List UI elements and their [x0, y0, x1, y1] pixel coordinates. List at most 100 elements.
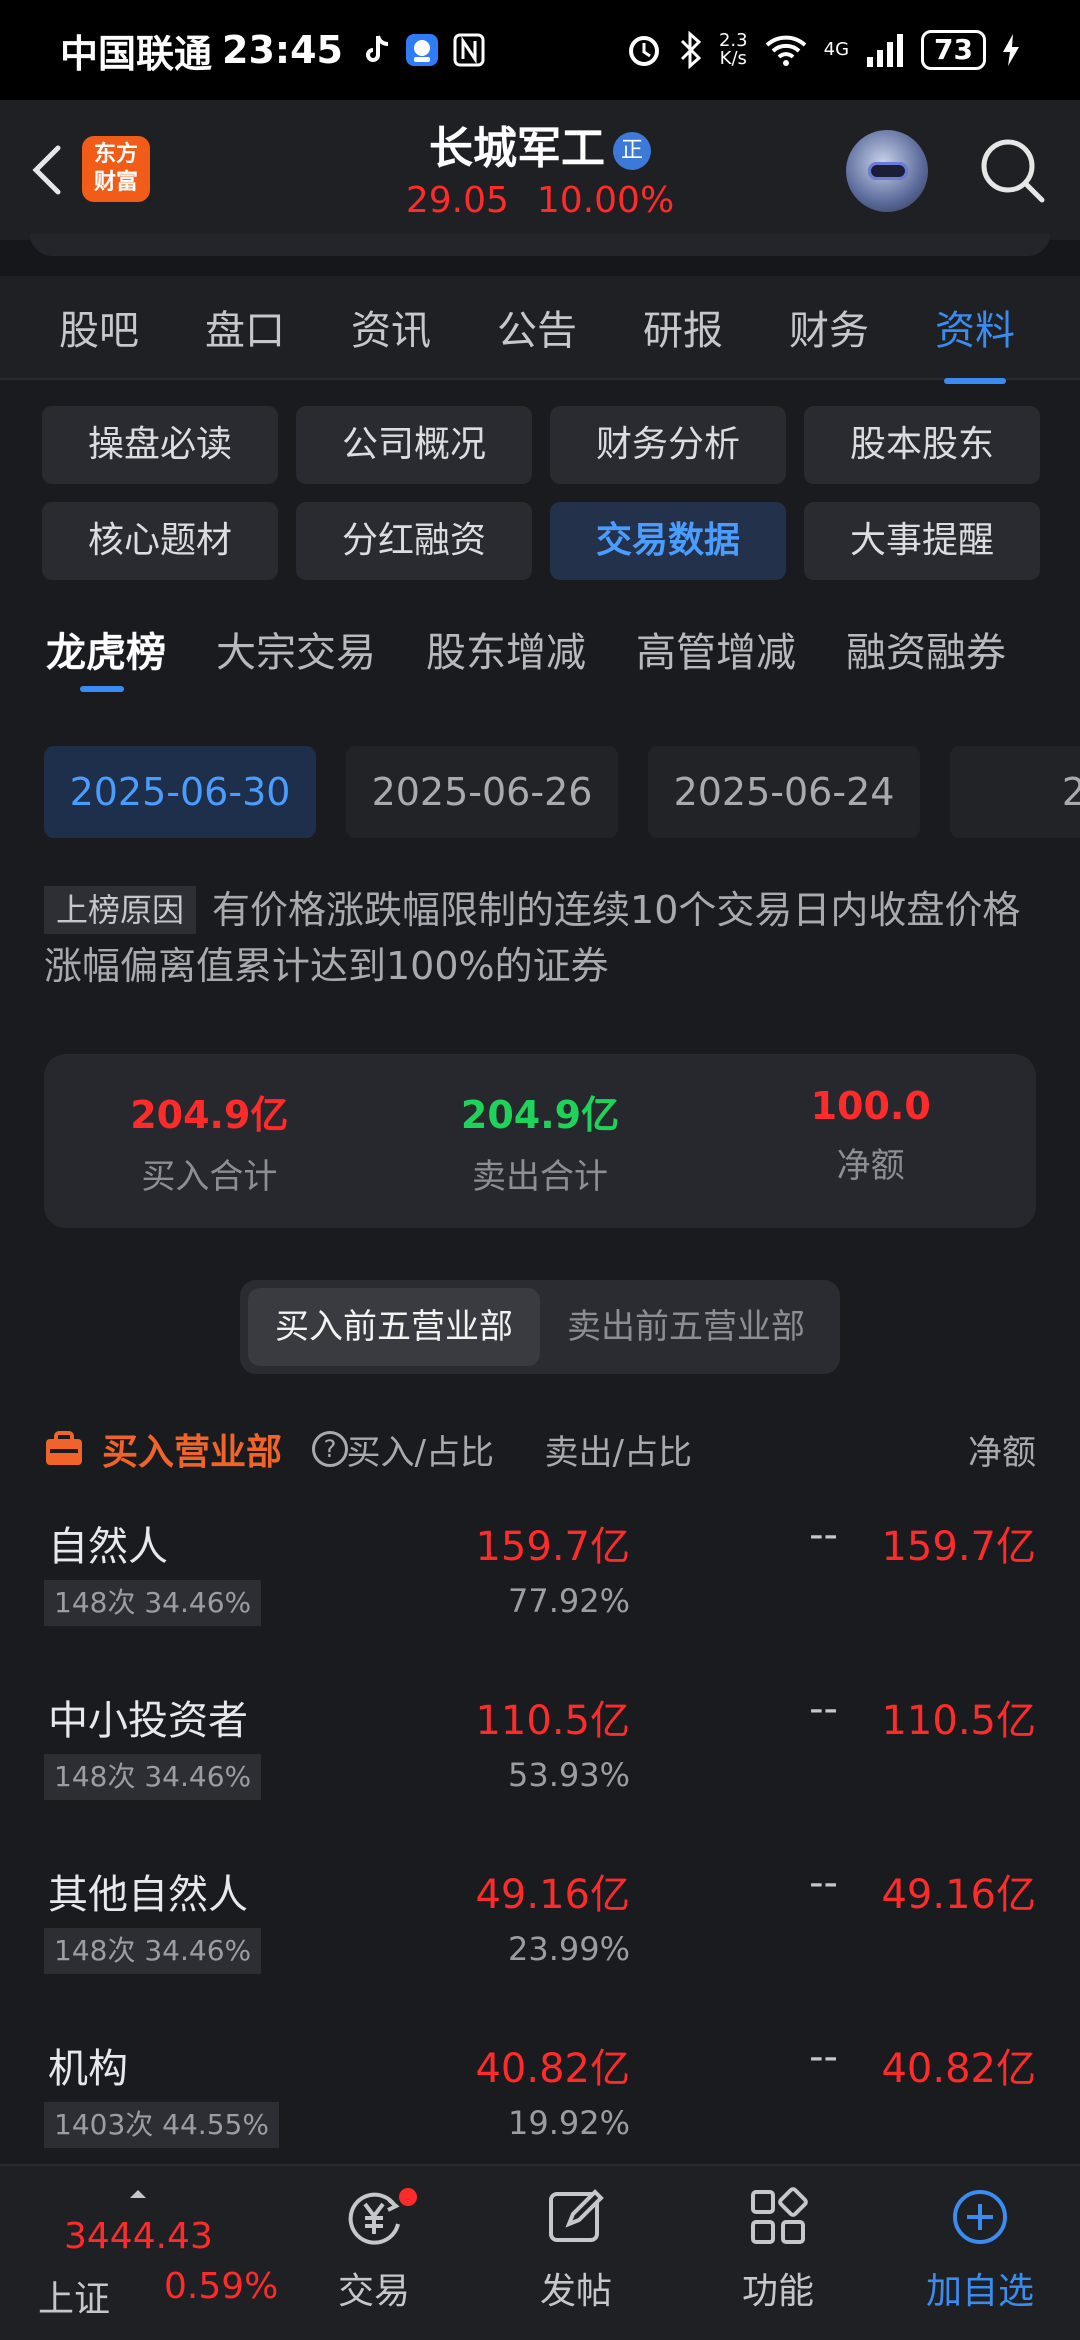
- table-row[interactable]: 自然人 148次 34.46% 159.7亿 77.92% -- 159.7亿: [44, 1504, 1036, 1678]
- network-type: 4G: [823, 39, 850, 60]
- date-chip[interactable]: 20: [950, 746, 1080, 838]
- tab-finance[interactable]: 财务: [756, 298, 902, 356]
- net-label: 净额: [836, 1146, 905, 1186]
- branch-name: 自然人: [48, 1524, 168, 1570]
- btn-event-reminders[interactable]: 大事提醒: [804, 502, 1040, 580]
- net-amount: 110.5亿: [881, 1698, 1036, 1744]
- index-value: 3444.43: [64, 2216, 213, 2257]
- tab-shareholder-changes[interactable]: 股东增减: [426, 620, 586, 710]
- sell-amount: --: [809, 2034, 838, 2080]
- sell-total: 204.9亿: [460, 1093, 620, 1137]
- btn-company-overview[interactable]: 公司概况: [296, 406, 532, 484]
- col-header-sell: 卖出/占比: [544, 1432, 692, 1473]
- date-chip[interactable]: 2025-06-24: [648, 746, 920, 838]
- nfc-icon: [453, 33, 485, 67]
- tab-announcements[interactable]: 公告: [464, 298, 610, 356]
- trading-data-tabs: 龙虎榜 大宗交易 股东增减 高管增减 融资融券: [46, 620, 1080, 710]
- carrier: 中国联通: [60, 31, 213, 76]
- buy-total-block: 204.9亿 买入合计: [44, 1054, 375, 1228]
- add-circle-icon: [953, 2190, 1007, 2244]
- toggle-buy-top5[interactable]: 买入前五营业部: [248, 1288, 540, 1366]
- summary-card: 204.9亿 买入合计 204.9亿 卖出合计 100.0 净额: [44, 1054, 1036, 1228]
- btn-dividends[interactable]: 分红融资: [296, 502, 532, 580]
- grid-icon: [751, 2187, 808, 2244]
- tab-margin-trading[interactable]: 融资融券: [846, 620, 1006, 710]
- nav-functions[interactable]: 功能: [713, 2186, 843, 2314]
- table-row[interactable]: 其他自然人 148次 34.46% 49.16亿 23.99% -- 49.16…: [44, 1852, 1036, 2026]
- sell-amount: --: [809, 1512, 838, 1558]
- trade-icon: [348, 2192, 400, 2245]
- stock-change-pct: 10.00%: [536, 180, 675, 221]
- toggle-sell-top5[interactable]: 卖出前五营业部: [540, 1288, 832, 1366]
- tab-dragon-tiger[interactable]: 龙虎榜: [46, 620, 166, 710]
- buy-amount: 110.5亿: [475, 1698, 630, 1744]
- branch-name: 中小投资者: [48, 1698, 248, 1744]
- stock-name: 长城军工: [429, 123, 605, 174]
- main-tabs: 股吧 盘口 资讯 公告 研报 财务 资料: [0, 276, 1080, 384]
- btn-trading-guide[interactable]: 操盘必读: [42, 406, 278, 484]
- table-row[interactable]: 中小投资者 148次 34.46% 110.5亿 53.93% -- 110.5…: [44, 1678, 1036, 1852]
- sell-total-block: 204.9亿 卖出合计: [375, 1054, 706, 1228]
- tab-profile[interactable]: 资料: [902, 298, 1048, 384]
- tab-guba[interactable]: 股吧: [26, 298, 172, 356]
- date-chip[interactable]: 2025-06-30: [44, 746, 316, 838]
- net-speed: 2.3 K/s: [718, 30, 748, 69]
- btn-trading-data[interactable]: 交易数据: [550, 502, 786, 580]
- tab-block-trades[interactable]: 大宗交易: [216, 620, 376, 710]
- buy-amount: 40.82亿: [475, 2046, 630, 2092]
- sell-amount: --: [809, 1686, 838, 1732]
- buy-pct: 23.99%: [507, 1930, 630, 1968]
- clock: 23:45: [222, 28, 343, 72]
- signal-icon: [867, 34, 904, 67]
- sell-total-label: 卖出合计: [472, 1157, 608, 1197]
- expand-caret-icon: [130, 2190, 146, 2198]
- table-header: 买入营业部 ? 买入/占比 卖出/占比 净额: [44, 1414, 1036, 1484]
- nav-functions-label: 功能: [741, 2271, 814, 2312]
- tab-pankou[interactable]: 盘口: [172, 298, 318, 356]
- nav-add-watchlist-label: 加自选: [925, 2271, 1034, 2312]
- listing-reason: 上榜原因 有价格涨跌幅限制的连续10个交易日内收盘价格涨幅偏离值累计达到100%的…: [44, 882, 1044, 994]
- tiktok-icon: [366, 35, 389, 62]
- status-bar: 中国联通 23:45 2.3 K/s 4G 73: [0, 0, 1080, 100]
- index-change: 0.59%: [164, 2266, 279, 2307]
- nav-add-watchlist[interactable]: 加自选: [915, 2186, 1045, 2314]
- notification-icons: [363, 33, 485, 67]
- net-amount: 49.16亿: [881, 1872, 1036, 1918]
- alarm-icon: [628, 36, 659, 66]
- buy-amount: 159.7亿: [475, 1524, 630, 1570]
- search-icon[interactable]: [978, 136, 1048, 206]
- nav-post[interactable]: 发帖: [511, 2186, 641, 2314]
- charging-icon: [1003, 34, 1019, 66]
- date-chip[interactable]: 2025-06-26: [346, 746, 618, 838]
- system-icons: 2.3 K/s 4G 73: [625, 30, 1020, 70]
- wifi-icon: [765, 35, 806, 66]
- nav-trade-label: 交易: [337, 2271, 410, 2312]
- net-block: 100.0 净额: [705, 1054, 1036, 1228]
- btn-financial-analysis[interactable]: 财务分析: [550, 406, 786, 484]
- col-header-net: 净额: [968, 1432, 1036, 1473]
- branch-name: 其他自然人: [48, 1872, 248, 1918]
- robot-assistant-icon[interactable]: [846, 130, 928, 212]
- btn-core-themes[interactable]: 核心题材: [42, 502, 278, 580]
- buy-amount: 49.16亿: [475, 1872, 630, 1918]
- bluetooth-icon: [680, 31, 702, 69]
- net-amount: 159.7亿: [881, 1524, 1036, 1570]
- tab-news[interactable]: 资讯: [318, 298, 464, 356]
- nav-post-label: 发帖: [539, 2271, 612, 2312]
- shopping-bag-icon: [46, 1431, 82, 1465]
- tab-research[interactable]: 研报: [610, 298, 756, 356]
- buy-branches-table: 自然人 148次 34.46% 159.7亿 77.92% -- 159.7亿 …: [44, 1504, 1036, 2200]
- nav-trade[interactable]: 交易: [309, 2186, 439, 2314]
- sell-amount: --: [809, 1860, 838, 1906]
- profile-section-grid: 操盘必读 公司概况 财务分析 股本股东 核心题材 分红融资 交易数据 大事提醒: [42, 406, 1042, 580]
- collapsed-panel-edge: [0, 234, 1080, 276]
- btn-shareholders[interactable]: 股本股东: [804, 406, 1040, 484]
- reason-tag: 上榜原因: [44, 886, 197, 934]
- tab-executive-changes[interactable]: 高管增减: [636, 620, 796, 710]
- date-selector: 2025-06-30 2025-06-26 2025-06-24 20: [44, 746, 1080, 838]
- edit-icon: [549, 2189, 604, 2242]
- branch-meta: 1403次 44.55%: [44, 2102, 279, 2148]
- buy-pct: 53.93%: [507, 1756, 630, 1794]
- verified-badge-icon: 正: [613, 132, 651, 170]
- notification-dot: [399, 2188, 417, 2206]
